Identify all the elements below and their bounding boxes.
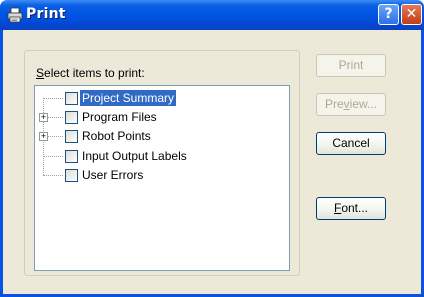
plus-icon[interactable]: + — [39, 113, 48, 122]
close-icon: ✕ — [405, 6, 418, 22]
window-title: Print — [26, 6, 66, 22]
print-button[interactable]: Print — [316, 54, 386, 77]
robot-points-checkbox[interactable] — [65, 130, 78, 143]
tree-branch-line — [43, 175, 63, 176]
input-output-labels-checkbox[interactable] — [65, 150, 78, 163]
project-summary-label[interactable]: Project Summary — [80, 90, 177, 106]
print-dialog: Print ? ✕ Select items to print: Project… — [0, 0, 424, 297]
select-items-label: Select items to print: — [36, 66, 145, 80]
program-files-checkbox[interactable] — [65, 111, 78, 124]
printer-icon — [7, 7, 23, 23]
cancel-button[interactable]: Cancel — [316, 132, 386, 155]
tree-branch-line — [43, 156, 63, 157]
robot-points-label[interactable]: Robot Points — [80, 128, 153, 144]
items-tree[interactable]: Project Summary + Program Files + Robot … — [34, 85, 290, 271]
user-errors-checkbox[interactable] — [65, 169, 78, 182]
close-button[interactable]: ✕ — [401, 4, 422, 25]
help-icon: ? — [384, 6, 393, 22]
project-summary-checkbox[interactable] — [65, 92, 78, 105]
user-errors-label[interactable]: User Errors — [80, 167, 145, 183]
program-files-label[interactable]: Program Files — [80, 109, 159, 125]
font-button[interactable]: Font... — [316, 197, 386, 220]
input-output-labels-label[interactable]: Input Output Labels — [80, 148, 189, 164]
tree-branch-line — [43, 98, 63, 99]
plus-icon[interactable]: + — [39, 132, 48, 141]
help-button[interactable]: ? — [378, 4, 399, 25]
title-bar[interactable]: Print ? ✕ — [0, 0, 424, 30]
preview-button[interactable]: Preview... — [316, 93, 386, 116]
